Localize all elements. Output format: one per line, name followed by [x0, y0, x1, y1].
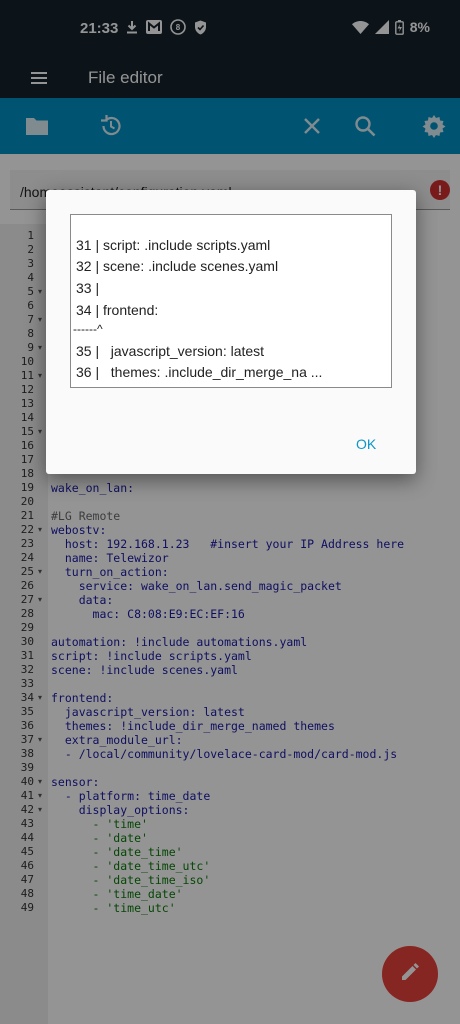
error-dialog: 31 | script: .include scripts.yaml 32 | s… [46, 190, 416, 474]
ok-button[interactable]: OK [356, 436, 376, 452]
error-line: 35 | javascript_version: latest [76, 343, 265, 359]
fab-shade [382, 946, 438, 1002]
error-line: 34 | frontend: [76, 302, 159, 318]
dialog-scrim[interactable] [0, 0, 460, 1024]
error-message-box: 31 | script: .include scripts.yaml 32 | s… [70, 214, 392, 388]
error-line: 32 | scene: .include scenes.yaml [76, 258, 279, 274]
error-line: ------^ [73, 322, 103, 336]
error-line: 36 | themes: .include_dir_merge_na ... [76, 364, 323, 380]
error-line: 31 | script: .include scripts.yaml [76, 237, 271, 253]
error-line: 33 | [76, 280, 100, 296]
